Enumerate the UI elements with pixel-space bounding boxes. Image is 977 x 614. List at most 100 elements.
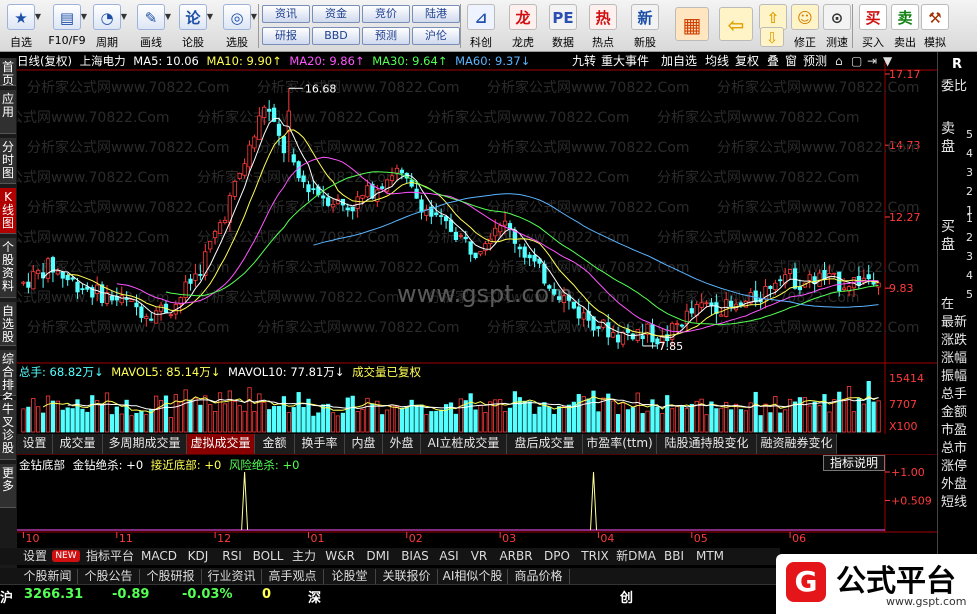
news-tab[interactable]: 高手观点 (262, 569, 324, 584)
sub-tab-10[interactable]: 市盈率(ttm) (583, 434, 657, 454)
news-tab[interactable]: 个股公告 (78, 569, 140, 584)
indicator-tab[interactable]: VR (464, 549, 494, 564)
sub-tab-3[interactable]: 虚拟成交量 (187, 434, 255, 454)
toolbar-back-arrow-button[interactable]: ⇦ (716, 2, 756, 50)
sub-tab-11[interactable]: 陆股通持股变化 (657, 434, 757, 454)
indicator-tab[interactable]: W&R (320, 549, 360, 564)
status-mkt2[interactable]: 深 (308, 587, 321, 606)
chart-top-button[interactable]: 复权 (735, 52, 759, 70)
toolbar-small-button[interactable]: 研报 (262, 27, 310, 45)
pin-icon[interactable]: ⇥ (867, 52, 877, 70)
indicator-tab[interactable]: ASI (434, 549, 464, 564)
sub-tab-1[interactable]: 成交量 (53, 434, 103, 454)
indicator-tab[interactable]: 指标平台 (82, 549, 138, 564)
toolbar-small-button[interactable]: 陆港 (412, 5, 460, 23)
toolbar-discuss-button[interactable]: 论论股 ▼ (172, 2, 214, 50)
toolbar-fix-button[interactable]: ☺ 修正 (788, 2, 822, 50)
indicator-tab[interactable]: BOLL (248, 549, 288, 564)
news-tab[interactable]: 行业资讯 (202, 569, 262, 584)
sub-tab-4[interactable]: 金额 (255, 434, 295, 454)
toolbar-small-button[interactable]: 预测 (362, 27, 410, 45)
status-vol[interactable]: 0 (262, 587, 271, 602)
window-icon[interactable]: ▢ (851, 52, 862, 70)
left-tab-1[interactable]: 应用 (0, 90, 16, 134)
toolbar-pencil-button[interactable]: ✎ 画线 ▼ (130, 2, 172, 50)
sub-tab-6[interactable]: 内盘 (345, 434, 383, 454)
candle-down (556, 296, 562, 300)
left-tab-8[interactable]: 更多 (0, 464, 16, 508)
chart-top-button[interactable]: 窗 (785, 52, 797, 70)
toolbar-kechuang-button[interactable]: ⊿ 科创 (464, 2, 498, 50)
kline-chart-svg[interactable]: 17.1714.7312.279.83分析家公式网www.70822.Com 分析… (0, 52, 937, 614)
toolbar-buy-button[interactable]: 买买入 (856, 2, 890, 50)
news-tab[interactable]: 个股研报 (140, 569, 202, 584)
toolbar-pe-button[interactable]: PE 数据 (546, 2, 580, 50)
news-tab[interactable]: 个股新闻 (18, 569, 78, 584)
toolbar-newstock-button[interactable]: 新新股 (628, 2, 662, 50)
toolbar-clock-button[interactable]: ◔ 周期 ▼ (86, 2, 128, 50)
toolbar-small-button[interactable]: BBD (312, 27, 360, 45)
indicator-tab[interactable]: MACD (138, 549, 180, 564)
chart-area[interactable]: 17.17 14.73 12.27 9.83 分析家公式网www.70822.Com 分析… (0, 52, 937, 614)
left-tab-4[interactable]: 个股资料 (0, 238, 16, 298)
indicator-tab[interactable]: 新DMA (614, 549, 658, 564)
chart-top-button[interactable]: 均线 (705, 52, 729, 70)
toolbar-small-button[interactable]: 资讯 (262, 5, 310, 23)
indicator-tab[interactable]: DPO (538, 549, 576, 564)
sub-tab-8[interactable]: AI立桩成交量 (421, 434, 507, 454)
menu-down-icon[interactable]: ▼ (883, 52, 892, 70)
chart-top-button[interactable]: 预测 (803, 52, 827, 70)
left-tab-7[interactable]: 牛叉诊股 (0, 400, 16, 460)
toolbar-sell-button[interactable]: 卖卖出 (888, 2, 922, 50)
chart-top-button[interactable]: 加自选 (661, 52, 697, 70)
indicator-tab[interactable]: RSI (216, 549, 248, 564)
toolbar-small-button[interactable]: 沪伦 (412, 27, 460, 45)
status-index[interactable]: 3266.31 (24, 587, 83, 602)
indicator-tab[interactable]: BBI (658, 549, 690, 564)
status-mkt3[interactable]: 创 (620, 587, 633, 606)
news-tab[interactable]: AI相似个股 (438, 569, 508, 584)
indicator-tab[interactable]: TRIX (576, 549, 614, 564)
toolbar-hammer-button[interactable]: ⚒ 模拟 (918, 2, 952, 50)
sub-tab-12[interactable]: 融资融券变化 (757, 434, 837, 454)
lock-icon[interactable]: ⌂ (835, 52, 843, 70)
indicator-tab[interactable]: ARBR (494, 549, 538, 564)
new-badge[interactable]: NEW (52, 550, 80, 562)
news-tab[interactable]: 关联报价 (376, 569, 438, 584)
sub-tab-2[interactable]: 多周期成交量 (103, 434, 187, 454)
toolbar-small-button[interactable]: 竞价 (362, 5, 410, 23)
left-tab-5[interactable]: 自选股 (0, 302, 16, 346)
toolbar-star-button[interactable]: ★ 自选 ▼ (0, 2, 42, 50)
indicator-tab[interactable]: 主力 (288, 549, 320, 564)
status-change[interactable]: -0.89 (112, 587, 149, 602)
sub-tab-7[interactable]: 外盘 (383, 434, 421, 454)
toolbar-grid-button[interactable]: ▦ (672, 2, 712, 50)
indicator-tab[interactable]: KDJ (180, 549, 216, 564)
news-tab[interactable]: 商品价格 (508, 569, 570, 584)
toolbar-hot-button[interactable]: 热热点 (586, 2, 620, 50)
chart-top-button[interactable]: 重大事件 (601, 52, 649, 70)
sub-tab-9[interactable]: 盘后成交量 (507, 434, 583, 454)
indicator-tab[interactable]: BIAS (396, 549, 434, 564)
status-pct[interactable]: -0.03% (182, 587, 233, 602)
chart-top-button[interactable]: 九转 (572, 52, 596, 70)
left-tab-6[interactable]: 综合排名 (0, 350, 16, 405)
left-tab-2[interactable]: 分时图 (0, 138, 16, 184)
down-arrow-icon[interactable]: ⇩ (760, 27, 784, 47)
toolbar-speed-button[interactable]: ⊙ 测速 (820, 2, 854, 50)
chart-top-button[interactable]: 叠 (767, 52, 779, 70)
indicator-help-button[interactable]: 指标说明 (823, 455, 885, 471)
toolbar-small-button[interactable]: 资金 (312, 5, 360, 23)
indicator-tab[interactable]: MTM (690, 549, 730, 564)
toolbar-chart-select-button[interactable]: ◎ 选股 ▼ (216, 2, 258, 50)
left-tab-3[interactable]: K线图 (0, 188, 16, 234)
sub-tab-0[interactable]: 设置 (17, 434, 53, 454)
news-tab[interactable]: 论股堂 (324, 569, 376, 584)
indicator-tab[interactable]: DMI (360, 549, 396, 564)
toolbar-f10-button[interactable]: ▤ F10/F9 ▼ (46, 2, 88, 50)
left-tab-0[interactable]: 首页 (0, 58, 16, 87)
status-market[interactable]: 沪 (0, 587, 13, 606)
sub-tab-5[interactable]: 换手率 (295, 434, 345, 454)
toolbar-dragon-button[interactable]: 龙龙虎 (506, 2, 540, 50)
indicator-tab[interactable]: 设置 (18, 549, 52, 564)
